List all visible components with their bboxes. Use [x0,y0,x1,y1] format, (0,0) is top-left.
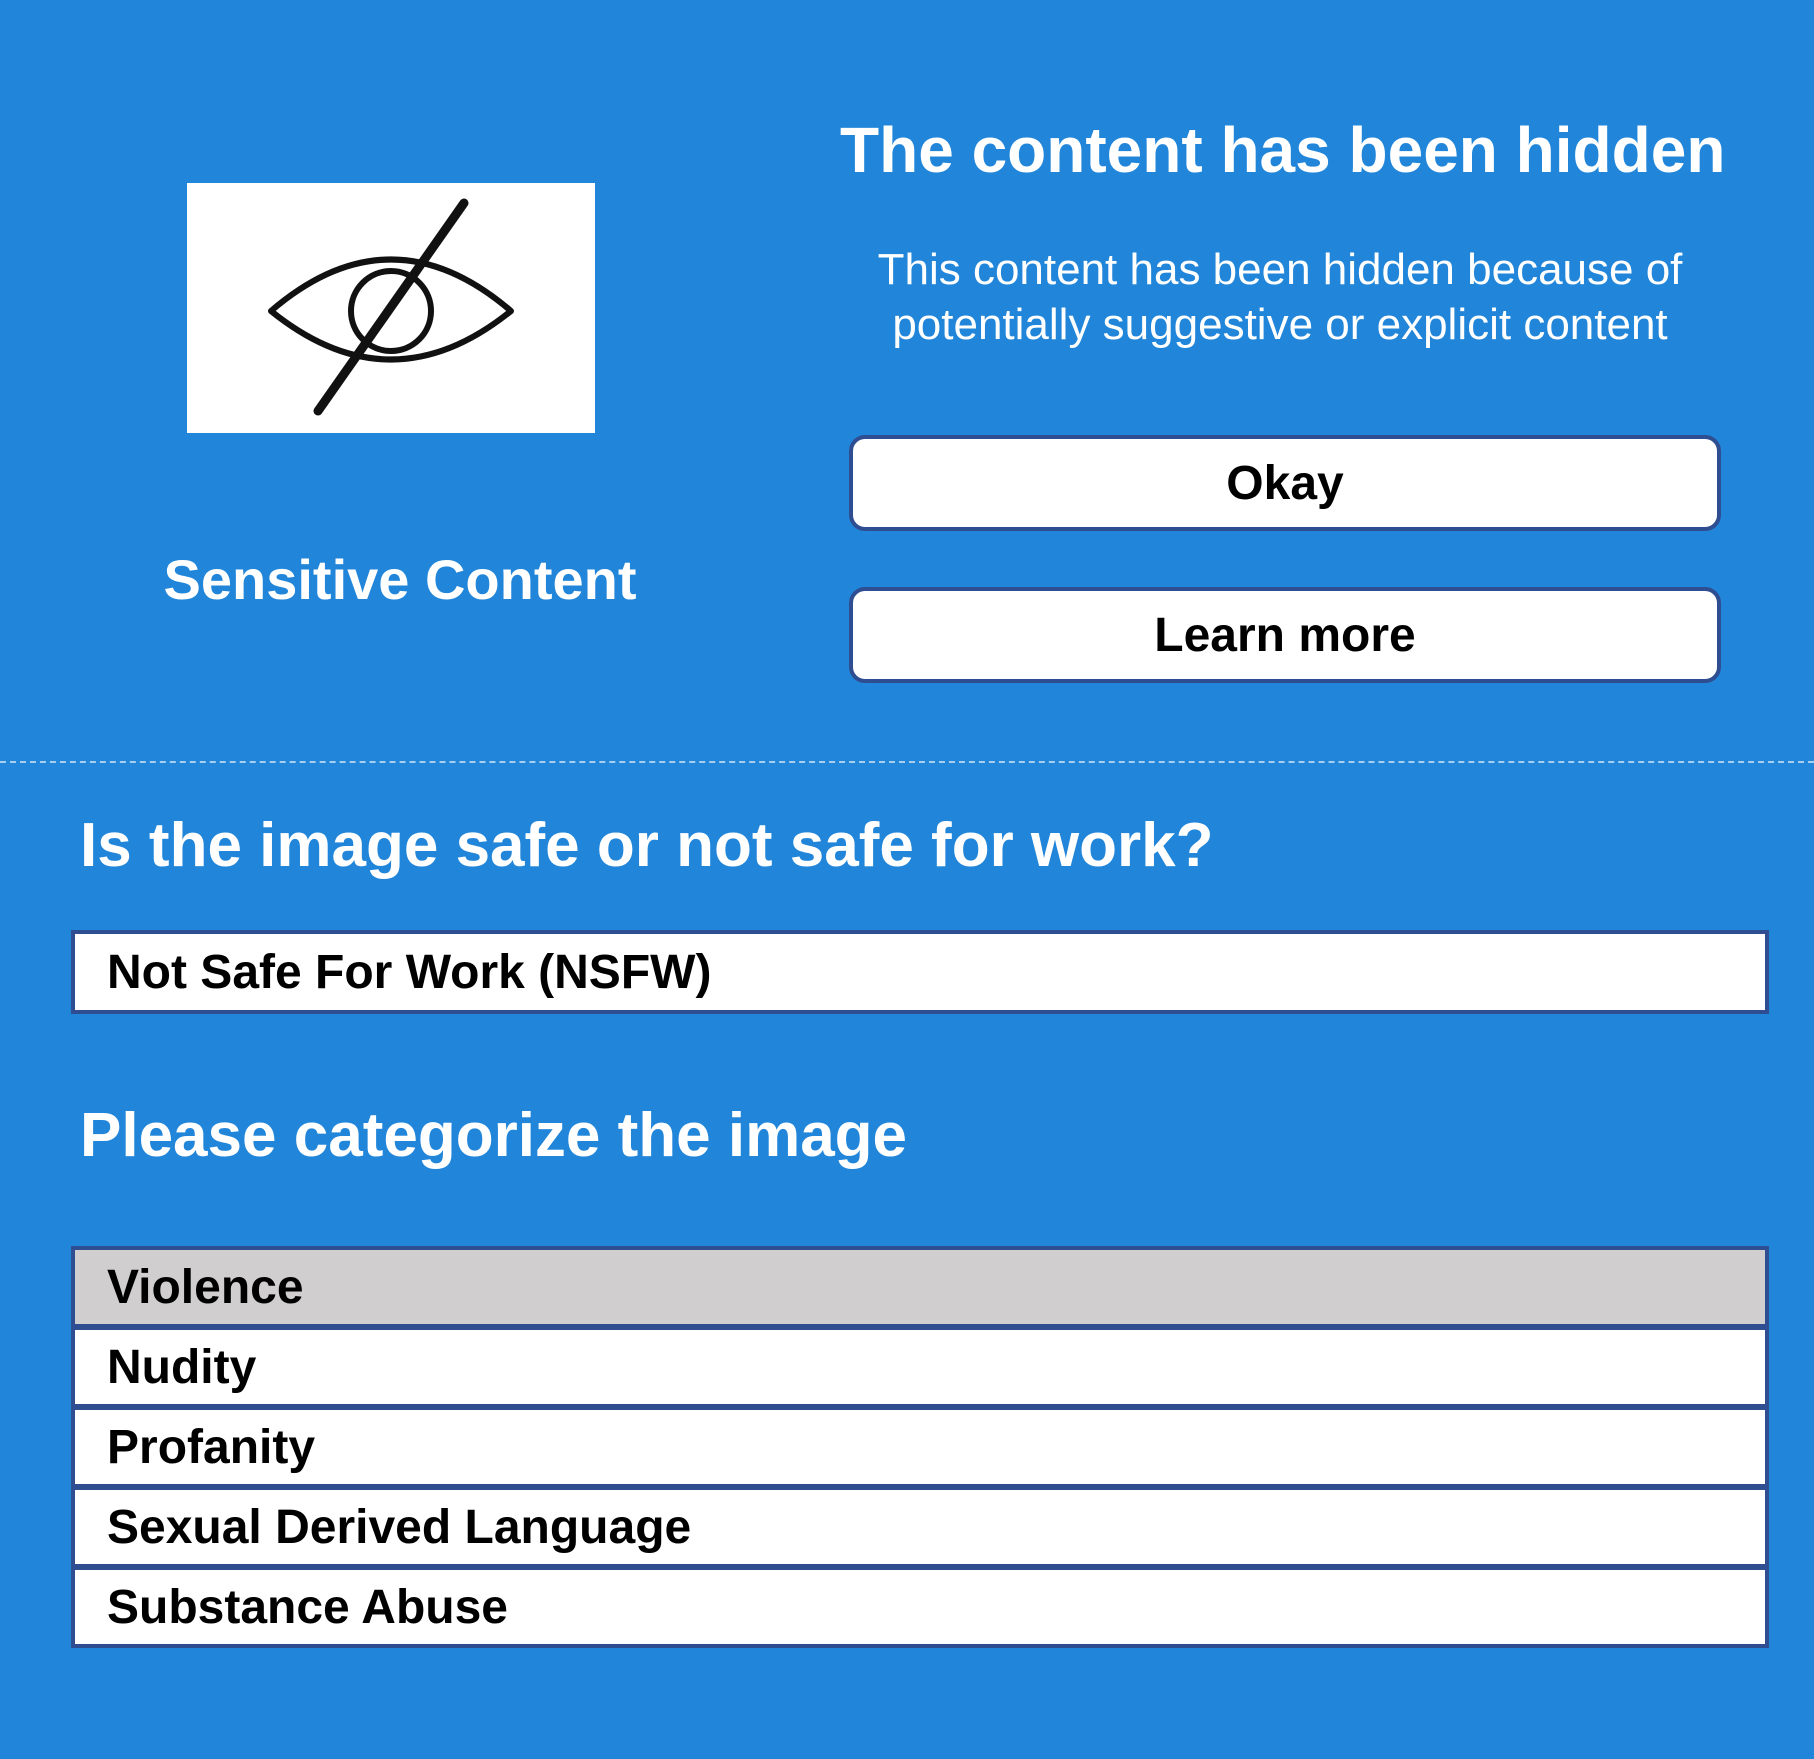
hidden-content-icon-box [187,183,595,433]
okay-button[interactable]: Okay [849,435,1721,531]
sensitive-content-label: Sensitive Content [163,548,637,611]
category-option-profanity[interactable]: Profanity [71,1406,1769,1488]
section-divider [0,761,1814,763]
category-option-violence[interactable]: Violence [71,1246,1769,1328]
hidden-content-title: The content has been hidden [840,114,1726,186]
categorize-label: Please categorize the image [80,1101,908,1170]
category-list: Violence Nudity Profanity Sexual Derived… [71,1246,1769,1648]
safety-question-label: Is the image safe or not safe for work? [80,811,1214,880]
category-option-substance-abuse[interactable]: Substance Abuse [71,1566,1769,1648]
hidden-content-description: This content has been hidden because of … [877,245,1683,349]
eye-slash-icon [268,198,514,416]
category-option-sexual-derived-language[interactable]: Sexual Derived Language [71,1486,1769,1568]
category-option-nudity[interactable]: Nudity [71,1326,1769,1408]
safety-select-field[interactable]: Not Safe For Work (NSFW) [71,930,1769,1014]
learn-more-button[interactable]: Learn more [849,587,1721,683]
